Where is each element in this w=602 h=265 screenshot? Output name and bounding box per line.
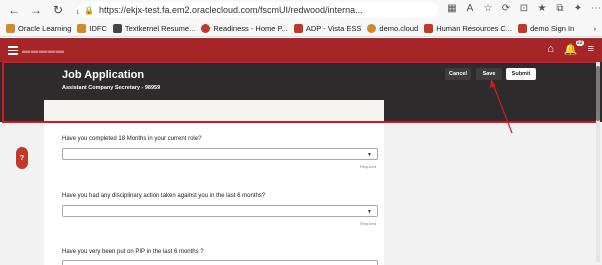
bookmark-adp[interactable]: ADP - Vista ESS (293, 23, 362, 33)
browser-toolbar: ← → ↻ ⌂ 🔒 https://ekjx-test.fa.em2.oracl… (0, 0, 602, 20)
bookmarks-bar: Oracle Learning IDFC Textkernel Resume..… (0, 20, 602, 37)
bookmark-label: demo Sign In (530, 23, 575, 33)
extensions-icon[interactable]: ✦ (571, 3, 585, 14)
user-menu-icon[interactable]: ≡ (588, 43, 594, 56)
menu-icon[interactable] (8, 46, 18, 55)
form-card (44, 100, 384, 265)
bookmark-demo-cloud[interactable]: demo.cloud (367, 23, 419, 33)
notifications-icon[interactable]: 🔔 22 (564, 40, 584, 56)
read-aloud-icon[interactable]: A (463, 3, 477, 14)
bookmark-readiness[interactable]: Readiness - Home P... (201, 23, 288, 33)
url-text: https://ekjx-test.fa.em2.oraclecloud.com… (98, 5, 363, 15)
scrollbar-thumb[interactable] (596, 66, 600, 121)
bookmarks-more-icon[interactable]: › (594, 24, 597, 33)
oracle-logo: ▬▬▬▬▬ (22, 46, 65, 55)
required-text: Required (360, 221, 377, 226)
chevron-down-icon: ▼ (367, 209, 372, 215)
back-icon[interactable]: ← (6, 2, 22, 18)
bookmark-label: Human Resources C... (436, 23, 513, 33)
bookmark-idfc[interactable]: IDFC (77, 23, 107, 33)
collections-icon[interactable]: ⧉ (553, 3, 567, 14)
question-1-select[interactable]: ▼ (62, 148, 378, 160)
bookmark-demo-sign-in[interactable]: demo Sign In (518, 23, 575, 33)
refresh-tab-icon[interactable]: ⟳ (499, 3, 513, 14)
oracle-icon (201, 23, 211, 33)
favorite-icon[interactable]: ☆ (481, 3, 495, 14)
bookmark-label: Oracle Learning (18, 23, 72, 33)
folder-icon (6, 23, 15, 33)
bookmark-label: Textkernel Resume... (124, 23, 196, 33)
home-icon[interactable]: ⌂ (547, 43, 554, 56)
highlight-frame (2, 61, 598, 123)
notification-count: 22 (576, 40, 584, 46)
bookmark-oracle-learning[interactable]: Oracle Learning (6, 23, 72, 33)
lock-icon: 🔒 (84, 5, 94, 15)
question-3-select[interactable] (62, 260, 378, 265)
help-icon[interactable]: ? (16, 147, 28, 169)
page-icon (112, 23, 122, 33)
header-actions: ⌂ 🔔 22 ≡ (547, 40, 594, 56)
favorites-bar-icon[interactable]: ★ (535, 3, 549, 14)
app-header: ▬▬▬▬▬ ⌂ 🔔 22 ≡ (0, 38, 602, 62)
bookmark-textkernel[interactable]: Textkernel Resume... (112, 23, 196, 33)
adp-icon (293, 23, 303, 33)
split-icon[interactable]: ⊡ (517, 3, 531, 14)
grid-icon[interactable]: ▦ (445, 3, 459, 14)
address-bar[interactable]: 🔒 https://ekjx-test.fa.em2.oraclecloud.c… (78, 2, 438, 18)
folder-icon (77, 23, 87, 33)
bookmark-label: Readiness - Home P... (213, 23, 288, 33)
refresh-icon[interactable]: ↻ (50, 2, 66, 18)
required-text: Required (360, 164, 377, 169)
bookmark-label: ADP - Vista ESS (305, 23, 362, 33)
oracle-icon (424, 23, 434, 33)
bookmark-label: demo.cloud (379, 23, 419, 33)
forward-icon[interactable]: → (28, 2, 44, 18)
bookmark-human-resources[interactable]: Human Resources C... (424, 23, 513, 33)
question-label: Have you had any disciplinary action tak… (62, 193, 266, 199)
cloud-icon (367, 23, 377, 33)
bookmark-label: IDFC (89, 23, 107, 33)
chevron-down-icon: ▼ (367, 152, 372, 158)
more-icon[interactable]: ⋯ (589, 3, 602, 14)
question-label: Have you very been put on PIP in the las… (62, 249, 204, 255)
browser-actions: ▦ A ☆ ⟳ ⊡ ★ ⧉ ✦ ⋯ (445, 3, 602, 14)
question-2-select[interactable]: ▼ (62, 205, 378, 217)
question-label: Have you completed 18 Months in your cur… (62, 136, 202, 142)
oracle-icon (518, 23, 528, 33)
